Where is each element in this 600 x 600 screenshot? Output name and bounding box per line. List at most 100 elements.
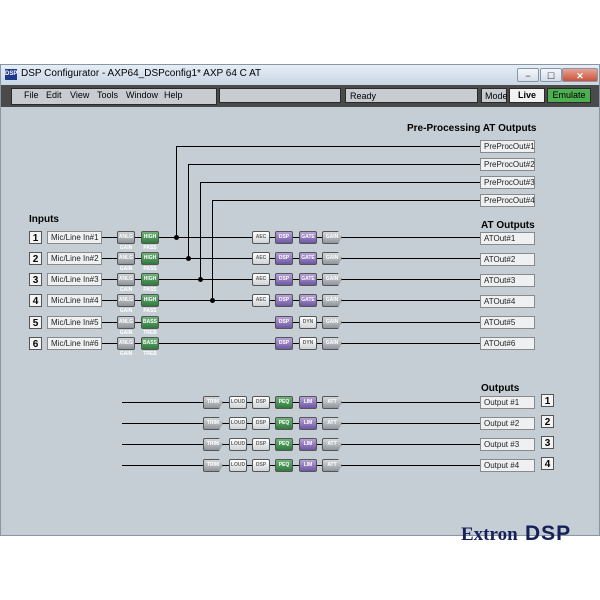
preproc-line-4: [212, 200, 480, 201]
gain-block-4[interactable]: GAIN: [322, 294, 342, 307]
dsp-block-1[interactable]: DSP: [275, 231, 293, 244]
status-text: Ready: [345, 88, 478, 103]
minimize-button[interactable]: −: [517, 68, 539, 82]
menu-tools[interactable]: Tools: [97, 90, 118, 100]
output-name-3[interactable]: Output #3: [480, 438, 535, 451]
dsp-out-block-4[interactable]: DSP: [252, 459, 270, 472]
output-name-1[interactable]: Output #1: [480, 396, 535, 409]
att-block-2[interactable]: ATT: [322, 417, 342, 430]
high-pass-block-4[interactable]: HIGH PASS: [141, 294, 159, 314]
input-name-2[interactable]: Mic/Line In#2: [47, 252, 102, 265]
trim-block-1[interactable]: TRIM: [203, 396, 223, 409]
live-button[interactable]: Live: [509, 88, 545, 103]
att-block-3[interactable]: ATT: [322, 438, 342, 451]
input-gain-block-5[interactable]: ANLG GAIN: [117, 316, 135, 336]
output-name-4[interactable]: Output #4: [480, 459, 535, 472]
aec-block-1[interactable]: AEC: [252, 231, 270, 244]
gain-block-2[interactable]: GAIN: [322, 252, 342, 265]
loud-block-3[interactable]: LOUD: [229, 438, 247, 451]
close-button[interactable]: ✕: [562, 68, 598, 82]
peq-block-2[interactable]: PEQ: [275, 417, 293, 430]
gate-block-3[interactable]: GATE: [299, 273, 317, 286]
aec-block-4[interactable]: AEC: [252, 294, 270, 307]
loud-block-4[interactable]: LOUD: [229, 459, 247, 472]
aec-block-3[interactable]: AEC: [252, 273, 270, 286]
menu-edit[interactable]: Edit: [46, 90, 62, 100]
peq-block-1[interactable]: PEQ: [275, 396, 293, 409]
menu-view[interactable]: View: [70, 90, 89, 100]
input-name-3[interactable]: Mic/Line In#3: [47, 273, 102, 286]
preproc-tap-3: [200, 182, 201, 279]
dsp-out-block-2[interactable]: DSP: [252, 417, 270, 430]
input-gain-block-3[interactable]: ANLG GAIN: [117, 273, 135, 293]
at-out-1[interactable]: ATOut#1: [480, 232, 535, 245]
bass-treble-block-5[interactable]: BASS TREB: [141, 316, 159, 336]
input-gain-block-4[interactable]: ANLG GAIN: [117, 294, 135, 314]
high-pass-block-2[interactable]: HIGH PASS: [141, 252, 159, 272]
input-gain-block-6[interactable]: ANLG GAIN: [117, 337, 135, 357]
input-gain-block-2[interactable]: ANLG GAIN: [117, 252, 135, 272]
trim-block-3[interactable]: TRIM: [203, 438, 223, 451]
trim-block-2[interactable]: TRIM: [203, 417, 223, 430]
at-out-3[interactable]: ATOut#3: [480, 274, 535, 287]
aec-block-2[interactable]: AEC: [252, 252, 270, 265]
gain-block-6[interactable]: GAIN: [322, 337, 342, 350]
att-block-4[interactable]: ATT: [322, 459, 342, 472]
input-number-4: 4: [29, 294, 42, 307]
menu-help[interactable]: Help: [164, 90, 183, 100]
gate-block-2[interactable]: GATE: [299, 252, 317, 265]
dsp-block-4[interactable]: DSP: [275, 294, 293, 307]
dyn-block-5[interactable]: DYN: [299, 316, 317, 329]
gate-block-1[interactable]: GATE: [299, 231, 317, 244]
peq-block-4[interactable]: PEQ: [275, 459, 293, 472]
at-out-4[interactable]: ATOut#4: [480, 295, 535, 308]
dsp-out-block-1[interactable]: DSP: [252, 396, 270, 409]
trim-block-4[interactable]: TRIM: [203, 459, 223, 472]
dsp-block-3[interactable]: DSP: [275, 273, 293, 286]
preproc-out-3[interactable]: PreProcOut#3: [480, 176, 535, 189]
gain-block-1[interactable]: GAIN: [322, 231, 342, 244]
input-name-4[interactable]: Mic/Line In#4: [47, 294, 102, 307]
gain-block-5[interactable]: GAIN: [322, 316, 342, 329]
mode-label: Mode: [481, 88, 508, 103]
signal-flow-canvas: Pre-Processing AT Outputs PreProcOut#1 P…: [7, 109, 593, 545]
preproc-tap-1: [176, 146, 177, 237]
at-out-5[interactable]: ATOut#5: [480, 316, 535, 329]
at-out-2[interactable]: ATOut#2: [480, 253, 535, 266]
lim-block-1[interactable]: LIM: [299, 396, 317, 409]
dsp-out-block-3[interactable]: DSP: [252, 438, 270, 451]
gate-block-4[interactable]: GATE: [299, 294, 317, 307]
input-name-1[interactable]: Mic/Line In#1: [47, 231, 102, 244]
preproc-out-1[interactable]: PreProcOut#1: [480, 140, 535, 153]
output-number-1: 1: [541, 394, 554, 407]
gain-block-3[interactable]: GAIN: [322, 273, 342, 286]
input-gain-block-1[interactable]: ANLG GAIN: [117, 231, 135, 251]
dsp-block-5[interactable]: DSP: [275, 316, 293, 329]
extron-dsp-logo: Extron DSP: [451, 521, 591, 549]
dyn-block-6[interactable]: DYN: [299, 337, 317, 350]
output-name-2[interactable]: Output #2: [480, 417, 535, 430]
lim-block-3[interactable]: LIM: [299, 438, 317, 451]
preproc-out-4[interactable]: PreProcOut#4: [480, 194, 535, 207]
peq-block-3[interactable]: PEQ: [275, 438, 293, 451]
loud-block-2[interactable]: LOUD: [229, 417, 247, 430]
preproc-out-2[interactable]: PreProcOut#2: [480, 158, 535, 171]
input-name-6[interactable]: Mic/Line In#6: [47, 337, 102, 350]
dsp-block-2[interactable]: DSP: [275, 252, 293, 265]
high-pass-block-3[interactable]: HIGH PASS: [141, 273, 159, 293]
lim-block-2[interactable]: LIM: [299, 417, 317, 430]
lim-block-4[interactable]: LIM: [299, 459, 317, 472]
emulate-button[interactable]: Emulate: [547, 88, 591, 103]
bass-treble-block-6[interactable]: BASS TREB: [141, 337, 159, 357]
at-out-6[interactable]: ATOut#6: [480, 337, 535, 350]
menu-window[interactable]: Window: [126, 90, 158, 100]
menu-file[interactable]: File: [24, 90, 39, 100]
high-pass-block-1[interactable]: HIGH PASS: [141, 231, 159, 251]
app-icon: DSP: [5, 69, 17, 80]
dsp-block-6[interactable]: DSP: [275, 337, 293, 350]
att-block-1[interactable]: ATT: [322, 396, 342, 409]
loud-block-1[interactable]: LOUD: [229, 396, 247, 409]
output-number-3: 3: [541, 436, 554, 449]
maximize-button[interactable]: ☐: [540, 68, 562, 82]
input-name-5[interactable]: Mic/Line In#5: [47, 316, 102, 329]
